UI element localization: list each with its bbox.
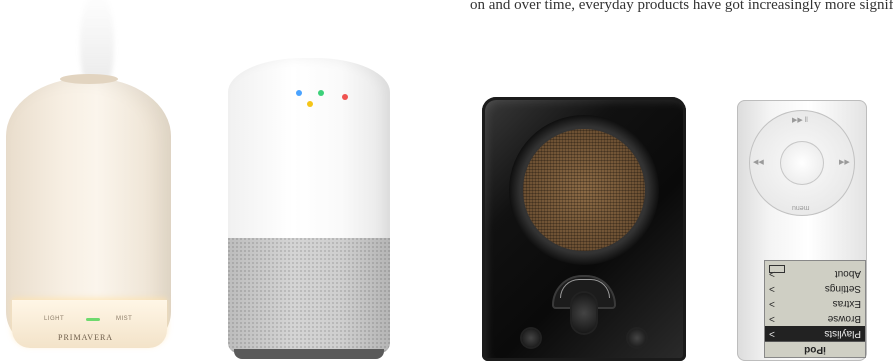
caption-fragment: on and over time, everyday products have… [470,0,893,13]
diffuser-led [86,318,100,321]
ipod-title-text: iPod [804,344,826,355]
ipod-menu-item: Settings > [765,281,865,296]
radio-speaker-grille [523,129,645,251]
chevron-right-icon: > [769,328,775,339]
ipod-menu-item: Extras > [765,296,865,311]
diffuser-light-label: LIGHT [44,316,65,322]
ipod-screen: iPod Playlists > Browse > Extras > Settings > Ab… [764,260,866,358]
speaker-light-blue [296,90,302,96]
aroma-diffuser: LIGHT MIST PRIMAVERA [0,0,175,361]
speaker-top-shell [228,58,390,248]
diffuser-brand-logo: PRIMAVERA [58,333,114,342]
ipod-wheel-menu-label: menu [792,204,810,211]
radio-left-knob [522,329,540,347]
ipod-menu-item-label: Extras [832,298,861,309]
speaker-fabric-base [228,238,390,353]
speaker-light-red [342,94,348,100]
chevron-right-icon: > [769,283,775,294]
ipod-menu-item-label: Playlists [824,328,861,339]
ipod-menu-item-label: Settings [824,283,861,294]
ipod-wheel-top-label: ▶▶ ll [792,117,808,124]
ipod-menu-item-label: About [834,268,861,279]
smart-speaker [228,58,390,361]
diffuser-mist-label: MIST [116,316,133,322]
battery-icon [769,265,785,273]
speaker-light-yellow [307,101,313,107]
ipod-menu-item-label: Browse [827,313,861,324]
ipod-forward-icon: ▶▶ [839,159,850,166]
radio-center-knob [572,293,596,333]
ipod-center-button [780,141,824,185]
ipod: ▶▶ ll menu ◀◀ ▶▶ iPod Playlists > Browse > E… [737,100,867,361]
ipod-rewind-icon: ◀◀ [753,159,764,166]
ipod-menu: iPod Playlists > Browse > Extras > Settings > Ab… [765,261,865,357]
speaker-foot [234,349,384,359]
ipod-menu-item: Browse > [765,311,865,326]
chevron-right-icon: > [769,313,775,324]
ipod-menu-item: Playlists > [765,326,865,341]
speaker-light-green [318,90,324,96]
ipod-screen-title: iPod [765,341,865,357]
radio-right-knob [628,329,646,347]
vintage-radio [482,97,686,361]
diffuser-nozzle [60,74,118,84]
chevron-right-icon: > [769,298,775,309]
